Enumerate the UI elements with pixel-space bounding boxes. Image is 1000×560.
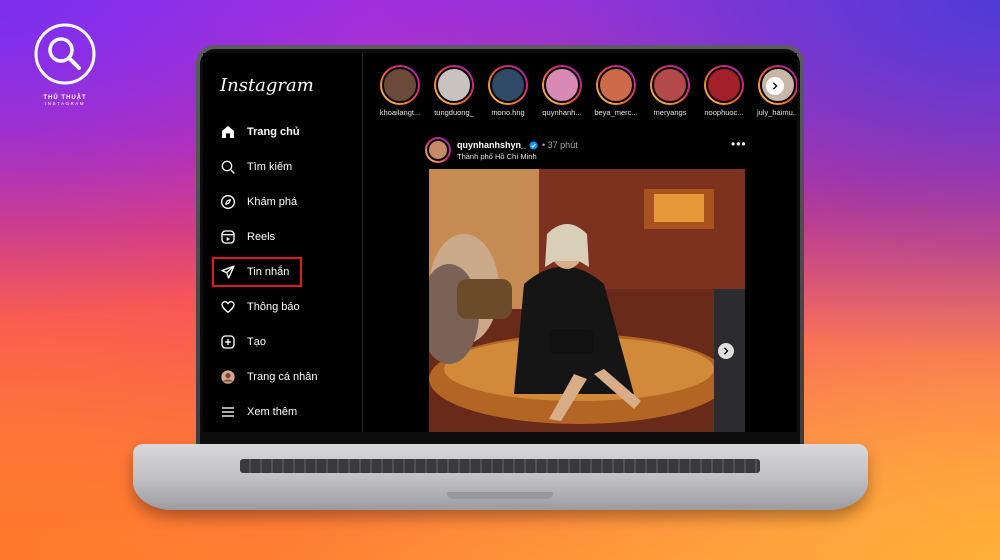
menu-icon [219,403,237,421]
story-username: tungduong_ [434,108,474,117]
story-username: quynhanh... [542,108,582,117]
story-item[interactable]: tungduong_ [427,65,481,125]
story-item[interactable]: beya_merc... [589,65,643,125]
story-item[interactable]: noophuoc... [697,65,751,125]
magnifier-logo-icon [34,23,96,85]
story-username: beya_merc... [594,108,638,117]
nav-profile[interactable]: Trang cá nhân [219,366,318,388]
story-item[interactable]: meryangs [643,65,697,125]
image-next-button[interactable] [718,343,734,359]
nav-label: Xem thêm [247,406,298,418]
story-avatar [490,67,526,103]
post-avatar[interactable] [425,137,451,163]
home-icon [219,123,237,141]
laptop-trackpad-notch [447,492,553,499]
story-item[interactable]: july_haimu... [751,65,797,125]
nav-more[interactable]: Xem thêm [219,401,297,423]
nav-notifications[interactable]: Thông báo [219,296,300,318]
search-icon [219,158,237,176]
story-username: july_haimu... [756,108,797,117]
chevron-right-icon [723,347,729,355]
post-time: • 37 phút [542,140,578,150]
post-image[interactable] [429,169,745,432]
post-username[interactable]: quynhanhshyn_ [457,140,526,150]
brand-line-2: INSTAGRAM [45,101,85,106]
story-username: khoailangt... [379,108,421,117]
nav-label: Tìm kiếm [247,161,293,173]
story-avatar [544,67,580,103]
story-avatar [436,67,472,103]
story-username: noophuoc... [704,108,744,117]
nav-label: Thông báo [247,301,300,313]
nav-label: Trang cá nhân [247,371,318,383]
instagram-logo[interactable]: Instagram [220,75,314,96]
story-username: meryangs [653,108,687,117]
story-item[interactable]: mono.hng [481,65,535,125]
nav-search[interactable]: Tìm kiếm [219,156,292,178]
stories-next-button[interactable] [766,77,784,95]
story-avatar [652,67,688,103]
nav-home[interactable]: Trang chủ [219,121,300,143]
avatar-icon [219,368,237,386]
nav-label: Tạo [247,336,266,348]
nav-label: Khám phá [247,196,298,208]
nav-create[interactable]: Tạo [219,331,266,353]
compass-icon [219,193,237,211]
messenger-icon [219,263,237,281]
nav-explore[interactable]: Khám phá [219,191,297,213]
plus-square-icon [219,333,237,351]
reels-icon [219,228,237,246]
post-header: quynhanhshyn_ • 37 phút Thành phố Hồ Chí… [425,137,747,165]
nav-label: Tin nhắn [247,266,290,278]
verified-badge-icon [529,140,538,150]
story-avatar [382,67,418,103]
story-avatar [706,67,742,103]
laptop-screen: Instagram Trang chủ Tìm kiếm Khám phá Re… [203,53,797,432]
nav-label: Trang chủ [247,126,300,138]
story-item[interactable]: quynhanh... [535,65,589,125]
story-username: mono.hng [491,108,525,117]
story-avatar [598,67,634,103]
story-item[interactable]: khoailangt... [373,65,427,125]
more-options-button[interactable]: ••• [731,138,747,150]
post-location[interactable]: Thành phố Hồ Chí Minh [457,152,537,161]
laptop-base [133,444,868,510]
stories-tray: khoailangt... tungduong_ mono.hng quynha… [373,65,797,125]
chevron-right-icon [772,82,778,90]
nav-messages[interactable]: Tin nhắn [219,261,289,283]
laptop-keyboard [240,459,760,473]
sidebar: Instagram Trang chủ Tìm kiếm Khám phá Re… [203,53,363,432]
post-photo [429,169,745,432]
nav-reels[interactable]: Reels [219,226,275,248]
feed: khoailangt... tungduong_ mono.hng quynha… [363,53,797,432]
brand-logo: THỦ THUẬT INSTAGRAM [30,22,100,106]
nav-label: Reels [247,231,276,243]
heart-icon [219,298,237,316]
